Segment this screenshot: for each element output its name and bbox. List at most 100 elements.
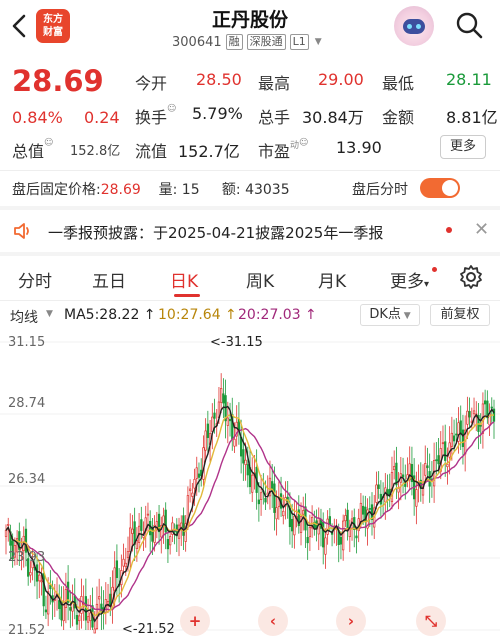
ma-legend: 均线 ▼ MA5:28.22 ↑ 10:27.64 ↑ 20:27.03 ↑ D…: [0, 304, 500, 328]
after-hours-amount-label: 额:: [221, 182, 241, 198]
candle-body: [146, 513, 150, 516]
candle-body: [452, 435, 456, 442]
y-tick-label: 28.74: [8, 396, 46, 411]
unread-dot: [446, 227, 452, 233]
candle-body: [375, 484, 378, 503]
zoom-in-button[interactable]: +: [180, 606, 210, 636]
candle-body: [164, 509, 167, 533]
low-label: 最低: [382, 74, 415, 93]
candle-body: [328, 516, 331, 525]
stock-code: 300641: [172, 34, 222, 50]
candle-body: [450, 432, 453, 447]
divider: [0, 170, 500, 171]
candle-body: [293, 515, 296, 536]
candle-body: [426, 465, 429, 469]
candle-body: [188, 488, 192, 491]
y-tick-label: 31.15: [8, 335, 46, 350]
open-label: 今开: [135, 74, 168, 93]
info-icon: ☺: [167, 104, 177, 114]
previous-button[interactable]: ‹: [258, 606, 288, 636]
candle-body: [131, 528, 134, 534]
candle-body: [446, 464, 449, 468]
candle-body: [135, 540, 138, 550]
chart-tabs: 分时 五日 日K 周K 月K 更多▾: [0, 258, 500, 298]
candle-body: [44, 609, 48, 613]
candle-body: [359, 502, 363, 523]
candle-body: [93, 628, 96, 634]
tab-five-day[interactable]: 五日: [92, 267, 126, 292]
candle-body: [113, 567, 116, 591]
total-cap-value: 152.8亿: [70, 144, 121, 159]
candle-body: [355, 535, 358, 539]
stock-code-row[interactable]: 300641 融 深股通 L1 ▼: [172, 34, 322, 50]
notice-text: 一季报预披露：于2025-04-21披露2025年一季报: [48, 224, 384, 242]
candle-body: [38, 574, 41, 582]
amount-value: 8.81亿: [446, 108, 498, 127]
candle-body: [98, 596, 101, 600]
after-hours-row: 盘后固定价格:28.69 量: 15 额: 43035: [12, 179, 290, 199]
after-hours-amount: 43035: [245, 182, 290, 198]
after-hours-volume: 15: [181, 182, 200, 198]
open-value: 28.50: [196, 70, 242, 89]
more-button[interactable]: 更多: [440, 135, 486, 159]
dk-point-button[interactable]: DK点 ▼: [360, 304, 420, 326]
y-tick-label: 26.34: [8, 472, 46, 487]
tab-daily-k[interactable]: 日K: [170, 267, 198, 292]
pe-value: 13.90: [336, 138, 382, 157]
candle-body: [242, 449, 245, 464]
candle-body: [75, 614, 79, 625]
search-icon[interactable]: [454, 10, 484, 40]
total-cap-label: 总值☺: [12, 138, 54, 161]
ma10-line: [5, 413, 494, 617]
candle-body: [7, 524, 10, 526]
candle-body: [344, 515, 347, 522]
candle-body: [428, 471, 431, 487]
min-price-annotation: <-21.52: [122, 622, 175, 637]
candle-body: [222, 393, 225, 404]
kline-chart[interactable]: [0, 330, 500, 640]
ma5-value: MA5:28.22 ↑: [64, 307, 156, 323]
next-button[interactable]: ›: [336, 606, 366, 636]
candle-body: [435, 459, 438, 462]
candle-body: [441, 442, 445, 445]
candle-body: [401, 474, 405, 478]
chevron-down-icon: ▼: [46, 309, 53, 319]
margin-tag: 融: [225, 34, 243, 50]
low-value: 28.11: [446, 70, 492, 89]
after-hours-toggle[interactable]: [420, 178, 460, 198]
ma10-value: 10:27.64 ↑: [158, 307, 237, 323]
adjust-button[interactable]: 前复权: [430, 304, 490, 326]
notice-bar[interactable]: 一季报预披露：于2025-04-21披露2025年一季报 ✕: [0, 210, 500, 252]
close-icon[interactable]: ✕: [474, 219, 489, 240]
candle-body: [86, 616, 90, 623]
candle-body: [246, 464, 249, 476]
level-tag: L1: [289, 34, 309, 50]
tab-weekly-k[interactable]: 周K: [246, 267, 274, 292]
ma-selector[interactable]: 均线: [10, 307, 38, 327]
tab-more[interactable]: 更多▾: [390, 267, 429, 292]
tab-monthly-k[interactable]: 月K: [318, 267, 346, 292]
candle-body: [169, 536, 172, 546]
robot-face-icon: [403, 19, 425, 34]
ma5-line: [5, 405, 495, 623]
gear-icon[interactable]: [458, 264, 484, 290]
tab-intraday[interactable]: 分时: [18, 267, 52, 292]
candle-body: [302, 510, 305, 515]
candle-body: [395, 462, 398, 486]
fullscreen-button[interactable]: ⤡: [416, 606, 446, 636]
current-price: 28.69: [12, 64, 104, 98]
high-value: 29.00: [318, 70, 364, 89]
assistant-avatar[interactable]: [394, 6, 434, 46]
candle-body: [149, 520, 152, 536]
candle-body: [244, 459, 247, 466]
turnover-value: 5.79%: [192, 104, 243, 123]
candle-body: [40, 580, 43, 583]
candle-body: [89, 612, 92, 621]
candle-body: [455, 433, 458, 436]
connect-tag: 深股通: [246, 34, 286, 50]
volume-label: 总手: [258, 108, 291, 127]
candle-body: [195, 467, 198, 479]
float-cap-value: 152.7亿: [178, 142, 240, 161]
candle-body: [228, 418, 232, 422]
volume-value: 30.84万: [302, 108, 364, 127]
